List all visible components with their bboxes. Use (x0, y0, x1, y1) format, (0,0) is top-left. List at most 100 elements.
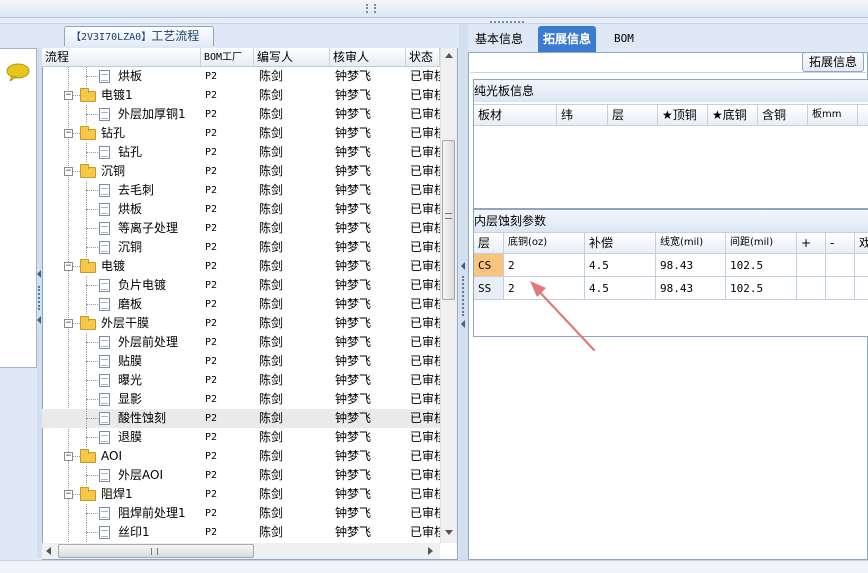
collapse-toggle-icon[interactable]: − (64, 129, 73, 138)
column-header-process[interactable]: 流程 (42, 48, 201, 67)
tree-row[interactable]: 贴膜 P2 陈剑 钟梦飞 已审核 (42, 352, 440, 371)
layer-cell[interactable]: SS (474, 277, 504, 300)
tree-row[interactable]: 烘板 P2 陈剑 钟梦飞 已审核 (42, 200, 440, 219)
tree-row[interactable]: 外层前处理 P2 陈剑 钟梦飞 已审核 (42, 333, 440, 352)
tree-row[interactable]: − 钻孔 P2 陈剑 钟梦飞 已审核 (42, 124, 440, 143)
tree-vertical-scroll-thumb[interactable] (442, 140, 455, 300)
scroll-down-arrow-icon[interactable] (445, 530, 453, 535)
col-board-material[interactable]: 板材 (474, 105, 557, 125)
col-top-copper[interactable]: ★顶铜 (658, 105, 708, 125)
collapse-left-arrow-icon-2[interactable] (37, 316, 41, 324)
plus-cell[interactable] (797, 277, 826, 300)
collapse-toggle-icon[interactable]: − (64, 490, 73, 499)
tree-row[interactable]: 去毛刺 P2 陈剑 钟梦飞 已审核 (42, 181, 440, 200)
tree-horizontal-scroll-thumb[interactable] (58, 544, 254, 558)
tree-row[interactable]: 丝印1 P2 陈剑 钟梦飞 已审核 (42, 523, 440, 542)
document-icon (99, 355, 110, 368)
col-line-width[interactable]: 线宽(mil) (656, 233, 726, 253)
scroll-right-arrow-icon[interactable] (428, 547, 433, 555)
bom-factory-cell: P2 (205, 527, 218, 538)
extended-info-button[interactable]: 拓展信息 (802, 52, 864, 72)
tree-node-label: 磨板 (118, 297, 143, 311)
column-header-reviewer[interactable]: 核审人 (330, 48, 406, 67)
bom-factory-cell: P2 (205, 90, 218, 101)
status-cell: 已审核 (410, 126, 440, 140)
col-layer[interactable]: 层 (608, 105, 658, 125)
expand-left-arrow-icon[interactable] (461, 262, 465, 270)
middle-splitter[interactable] (459, 24, 468, 560)
status-cell: 已审核 (410, 468, 440, 482)
tree-row[interactable]: − 电镀 P2 陈剑 钟梦飞 已审核 (42, 257, 440, 276)
collapse-toggle-icon[interactable]: − (64, 452, 73, 461)
col-plus[interactable]: + (797, 233, 826, 253)
collapse-toggle-icon[interactable]: − (64, 262, 73, 271)
tree-row[interactable]: − 沉铜 P2 陈剑 钟梦飞 已审核 (42, 162, 440, 181)
document-icon (99, 241, 110, 254)
status-cell: 已审核 (410, 449, 440, 463)
chat-bubble-icon[interactable] (6, 63, 30, 81)
tree-row[interactable]: − 电镀1 P2 陈剑 钟梦飞 已审核 (42, 86, 440, 105)
tree-row[interactable]: − 阻焊1 P2 陈剑 钟梦飞 已审核 (42, 485, 440, 504)
status-cell: 已审核 (410, 259, 440, 273)
process-tree-title: 【2V3I70LZA0】工艺流程 (64, 26, 214, 46)
collapse-toggle-icon[interactable]: − (64, 319, 73, 328)
col-compensation[interactable]: 补偿 (585, 233, 656, 253)
tree-row[interactable]: 钻孔 P2 陈剑 钟梦飞 已审核 (42, 143, 440, 162)
reviewer-cell: 钟梦飞 (335, 259, 372, 273)
column-header-bom-factory[interactable]: BOM工厂 (201, 48, 254, 67)
tree-row[interactable]: 阻焊前处理1 P2 陈剑 钟梦飞 已审核 (42, 504, 440, 523)
tree-row[interactable]: 负片电镀 P2 陈剑 钟梦飞 已审核 (42, 276, 440, 295)
extra-cell[interactable] (855, 277, 868, 300)
col-extra[interactable]: 戏 (855, 233, 868, 253)
tree-row[interactable]: 沉铜 P2 陈剑 钟梦飞 已审核 (42, 238, 440, 257)
bom-factory-cell: P2 (205, 451, 218, 462)
bom-factory-cell: P2 (205, 299, 218, 310)
plus-cell[interactable] (797, 254, 826, 277)
top-splitter-bar[interactable] (0, 0, 868, 18)
collapse-left-arrow-icon[interactable] (37, 270, 41, 278)
column-header-status[interactable]: 状态 (406, 48, 440, 67)
col-board-thickness[interactable]: 板mm (808, 105, 858, 125)
tree-row[interactable]: 退膜 P2 陈剑 钟梦飞 已审核 (42, 428, 440, 447)
col-spacing[interactable]: 间距(mil) (726, 233, 797, 253)
layer-cell[interactable]: CS (474, 254, 504, 277)
extra-cell[interactable] (855, 254, 868, 277)
col-copper-content[interactable]: 含铜 (758, 105, 808, 125)
tree-row[interactable]: 外层AOI P2 陈剑 钟梦飞 已审核 (42, 466, 440, 485)
tree-row[interactable]: 等离子处理 P2 陈剑 钟梦飞 已审核 (42, 219, 440, 238)
bare-board-info-grid: 纯光板信息 板材 纬 层 ★顶铜 ★底铜 含铜 板mm (473, 79, 868, 209)
scroll-left-arrow-icon[interactable] (46, 547, 51, 555)
scroll-up-arrow-icon[interactable] (445, 53, 453, 58)
tree-row[interactable]: 显影 P2 陈剑 钟梦飞 已审核 (42, 390, 440, 409)
tab-extended-info[interactable]: 拓展信息 (538, 26, 597, 52)
tree-row[interactable]: 酸性蚀刻 P2 陈剑 钟梦飞 已审核 (42, 409, 440, 428)
tree-row[interactable]: − AOI P2 陈剑 钟梦飞 已审核 (42, 447, 440, 466)
tab-basic-info[interactable]: 基本信息 (470, 26, 528, 52)
tree-row[interactable]: − 外层干膜 P2 陈剑 钟梦飞 已审核 (42, 314, 440, 333)
status-cell: 已审核 (410, 373, 440, 387)
spacing-cell[interactable]: 102.5 (726, 277, 797, 300)
splitter-grip-icon[interactable] (366, 4, 376, 13)
collapse-toggle-icon[interactable]: − (64, 91, 73, 100)
status-cell: 已审核 (410, 430, 440, 444)
tree-row[interactable]: 外层加厚铜1 P2 陈剑 钟梦飞 已审核 (42, 105, 440, 124)
col-bottom-copper[interactable]: ★底铜 (708, 105, 758, 125)
col-weft[interactable]: 纬 (557, 105, 608, 125)
column-header-writer[interactable]: 编写人 (254, 48, 330, 67)
col-base-copper[interactable]: 底铜(oz) (504, 233, 585, 253)
tree-row[interactable]: 曝光 P2 陈剑 钟梦飞 已审核 (42, 371, 440, 390)
line-width-cell[interactable]: 98.43 (656, 254, 726, 277)
minus-cell[interactable] (826, 277, 855, 300)
tree-row[interactable]: 磨板 P2 陈剑 钟梦飞 已审核 (42, 295, 440, 314)
line-width-cell[interactable]: 98.43 (656, 277, 726, 300)
col-minus[interactable]: - (826, 233, 855, 253)
expand-right-arrow-icon[interactable] (461, 320, 465, 328)
col-layer[interactable]: 层 (474, 233, 504, 253)
tree-row[interactable]: 烘板 P2 陈剑 钟梦飞 已审核 (42, 67, 440, 86)
spacing-cell[interactable]: 102.5 (726, 254, 797, 277)
collapse-toggle-icon[interactable]: − (64, 167, 73, 176)
tree-node-label: 沉铜 (118, 240, 143, 254)
tab-bom[interactable]: BOM (609, 26, 639, 52)
reviewer-cell: 钟梦飞 (335, 297, 372, 311)
minus-cell[interactable] (826, 254, 855, 277)
